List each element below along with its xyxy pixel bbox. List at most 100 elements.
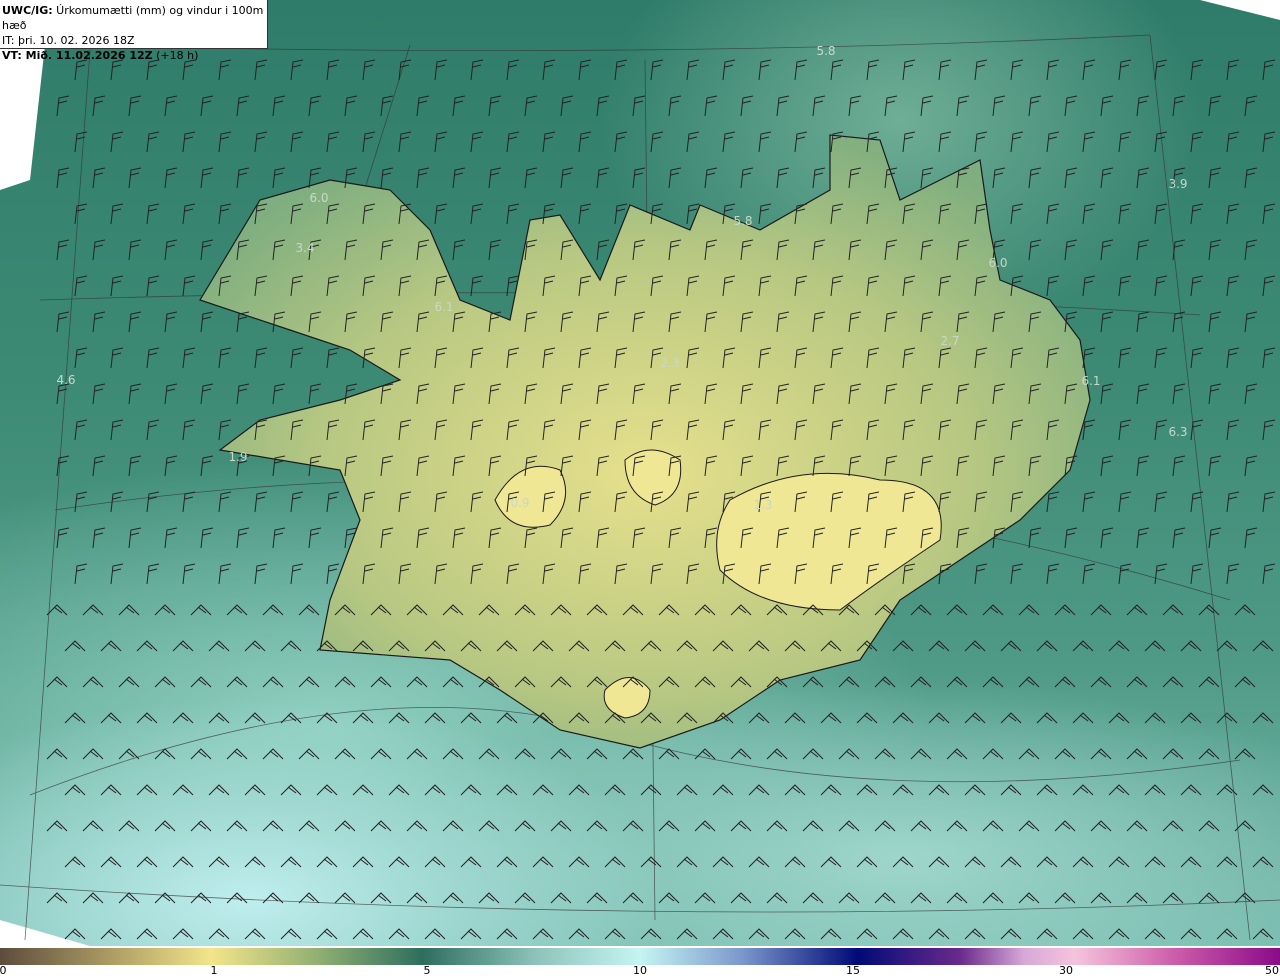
wind-barb xyxy=(730,820,752,832)
wind-barb xyxy=(848,95,862,117)
wind-barb xyxy=(874,676,896,688)
outside-domain-bottom-left xyxy=(0,920,90,946)
wind-barb xyxy=(776,167,790,189)
wind-barb xyxy=(1208,455,1222,477)
wind-barb xyxy=(1172,527,1186,549)
wind-barb xyxy=(46,820,68,832)
wind-barb xyxy=(1046,491,1060,513)
wind-barb xyxy=(1018,676,1040,688)
wind-barb xyxy=(1126,676,1148,688)
map-value: 6.0 xyxy=(988,256,1008,270)
wind-barb xyxy=(1252,856,1274,868)
wind-barb xyxy=(164,167,178,189)
wind-barb xyxy=(1234,676,1256,688)
wind-barb xyxy=(1244,527,1258,549)
wind-barb xyxy=(496,928,518,940)
wind-barb xyxy=(218,203,232,225)
wind-barb xyxy=(812,95,826,117)
wind-barb xyxy=(1198,604,1220,616)
wind-barb xyxy=(1262,419,1276,441)
wind-barb xyxy=(1054,820,1076,832)
wind-barb xyxy=(640,784,662,796)
wind-barb xyxy=(290,347,304,369)
wind-barb xyxy=(1118,275,1132,297)
wind-barb xyxy=(1118,203,1132,225)
wind-barb xyxy=(218,491,232,513)
wind-barb xyxy=(1162,892,1184,904)
wind-barb xyxy=(128,527,142,549)
wind-barb xyxy=(1198,820,1220,832)
wind-barb xyxy=(982,820,1004,832)
wind-barb xyxy=(496,712,518,724)
wind-barb xyxy=(128,167,142,189)
wind-barb xyxy=(406,820,428,832)
map-value: 4.6 xyxy=(56,373,76,387)
wind-barb xyxy=(1216,928,1238,940)
wind-barb xyxy=(110,203,124,225)
wind-barb xyxy=(74,491,88,513)
wind-barb xyxy=(658,748,680,760)
wind-barb xyxy=(326,131,340,153)
wind-barb xyxy=(542,131,556,153)
wind-barb xyxy=(892,712,914,724)
wind-barb xyxy=(1036,784,1058,796)
wind-barb xyxy=(802,676,824,688)
wind-barb xyxy=(568,856,590,868)
map-value: 1.9 xyxy=(228,450,248,464)
wind-barb xyxy=(766,748,788,760)
wind-barb xyxy=(622,892,644,904)
wind-barb xyxy=(1126,748,1148,760)
wind-barb xyxy=(542,59,556,81)
wind-barb xyxy=(1028,239,1042,261)
wind-barb xyxy=(1226,275,1240,297)
wind-barb xyxy=(74,131,88,153)
wind-barb xyxy=(262,820,284,832)
precipitation-map[interactable]: 5.8 6.0 3.4 5.8 3.9 6.0 6.1 2.7 2.3 4.6 … xyxy=(0,0,1280,946)
wind-barb xyxy=(514,892,536,904)
wind-barb xyxy=(136,928,158,940)
wind-barb xyxy=(226,820,248,832)
wind-barb xyxy=(532,784,554,796)
wind-barb xyxy=(182,491,196,513)
wind-barb xyxy=(1082,275,1096,297)
wind-barb xyxy=(578,131,592,153)
wind-barb xyxy=(164,311,178,333)
wind-barb xyxy=(1108,712,1130,724)
wind-barb xyxy=(1046,59,1060,81)
wind-barb xyxy=(460,856,482,868)
wind-barb xyxy=(1262,563,1276,585)
wind-barb xyxy=(1018,820,1040,832)
wind-barb xyxy=(470,131,484,153)
wind-barb xyxy=(128,95,142,117)
wind-barb xyxy=(784,784,806,796)
wind-barb xyxy=(1082,347,1096,369)
wind-barb xyxy=(496,856,518,868)
wind-barb xyxy=(1100,95,1114,117)
wind-barb xyxy=(442,892,464,904)
wind-barb xyxy=(226,604,248,616)
wind-barb xyxy=(208,928,230,940)
wind-barb xyxy=(244,712,266,724)
info-box: UWC/IG: Úrkomumætti (mm) og vindur i 100… xyxy=(0,0,268,62)
wind-barb xyxy=(424,712,446,724)
wind-barb xyxy=(370,820,392,832)
wind-barb xyxy=(262,748,284,760)
wind-barb xyxy=(280,928,302,940)
wind-barb xyxy=(262,676,284,688)
wind-barb xyxy=(1082,203,1096,225)
wind-barb xyxy=(1234,604,1256,616)
wind-barb xyxy=(118,892,140,904)
wind-barb xyxy=(938,59,952,81)
wind-barb xyxy=(1252,928,1274,940)
wind-barb xyxy=(92,239,106,261)
wind-barb xyxy=(856,784,878,796)
wind-barb xyxy=(254,347,268,369)
wind-barb xyxy=(686,59,700,81)
wind-barb xyxy=(874,892,896,904)
wind-barb xyxy=(370,892,392,904)
wind-barb xyxy=(1000,640,1022,652)
map-value: 1.3 xyxy=(753,498,773,512)
wind-barb xyxy=(442,820,464,832)
wind-barb xyxy=(460,712,482,724)
wind-barb xyxy=(748,928,770,940)
